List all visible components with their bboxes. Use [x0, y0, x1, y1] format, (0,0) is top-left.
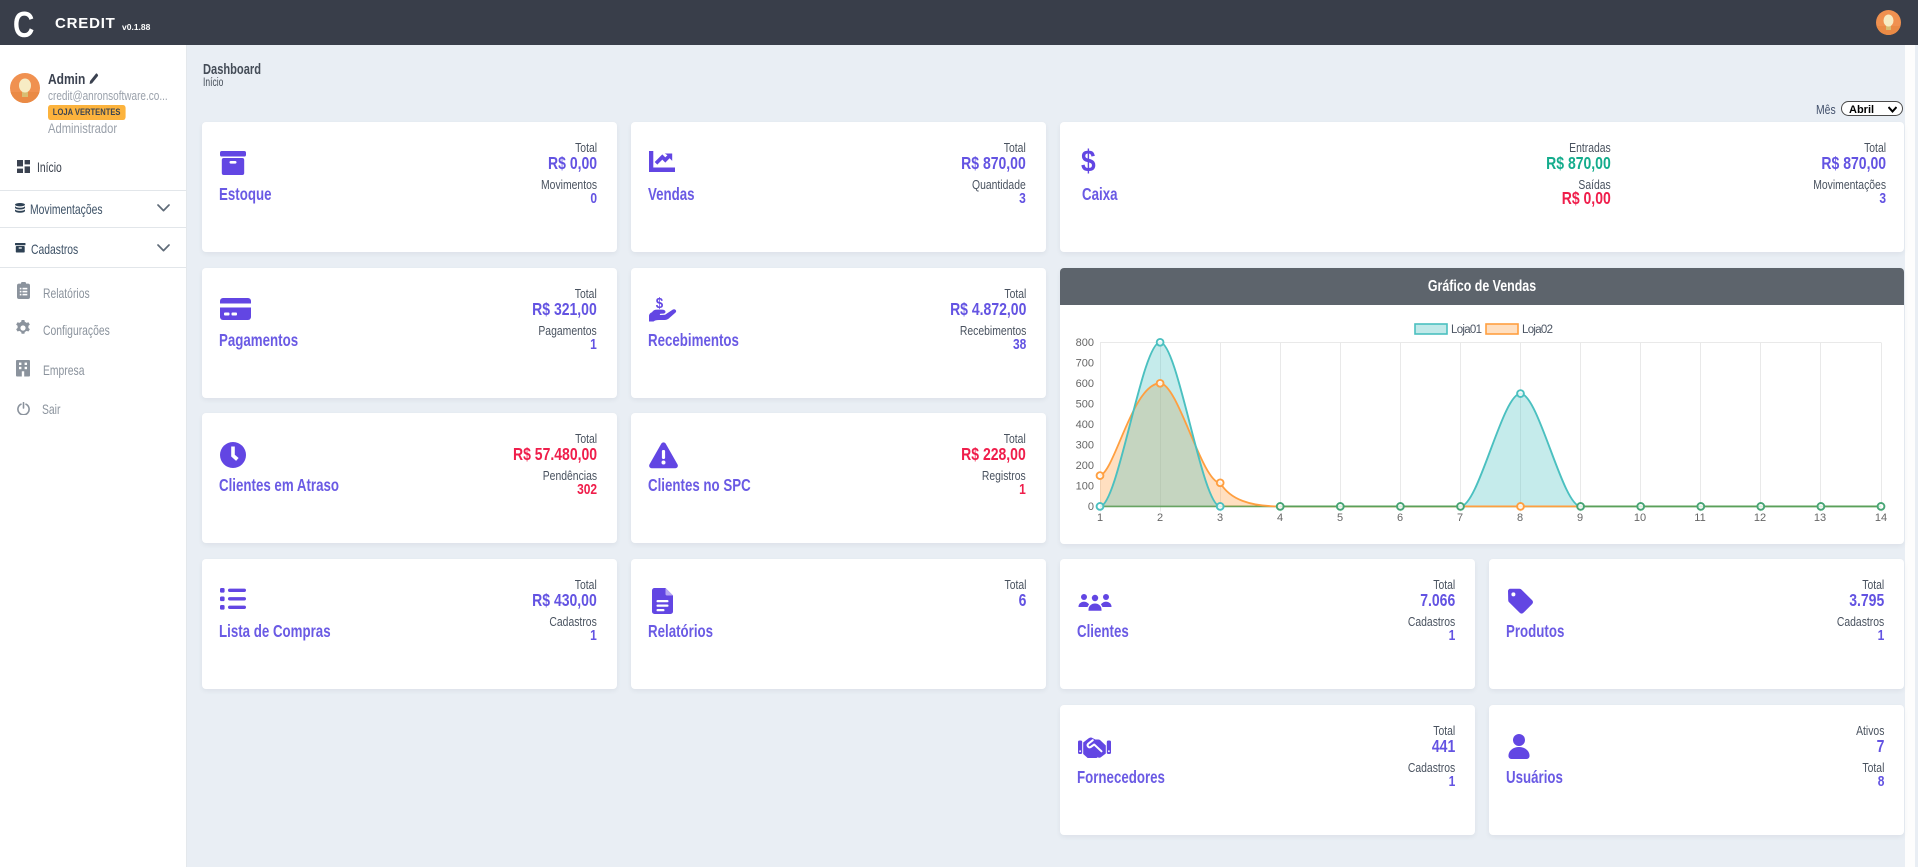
svg-text:300: 300 — [1076, 440, 1094, 452]
svg-text:11: 11 — [1694, 512, 1705, 524]
svg-text:0: 0 — [1088, 501, 1094, 513]
svg-text:8: 8 — [1517, 512, 1523, 524]
svg-text:9: 9 — [1577, 512, 1583, 524]
svg-text:$: $ — [656, 297, 664, 311]
svg-text:13: 13 — [1814, 512, 1826, 524]
svg-text:6: 6 — [1397, 512, 1403, 524]
svg-text:Loja01: Loja01 — [1451, 324, 1482, 336]
svg-text:500: 500 — [1076, 399, 1094, 411]
svg-text:100: 100 — [1076, 481, 1094, 493]
svg-text:2: 2 — [1157, 512, 1163, 524]
svg-text:10: 10 — [1634, 512, 1646, 524]
svg-text:7: 7 — [1457, 512, 1463, 524]
svg-text:4: 4 — [1277, 512, 1283, 524]
svg-text:400: 400 — [1076, 419, 1094, 431]
svg-text:Loja02: Loja02 — [1522, 324, 1553, 336]
svg-text:12: 12 — [1754, 512, 1766, 524]
svg-text:600: 600 — [1076, 378, 1094, 390]
svg-text:200: 200 — [1076, 460, 1094, 472]
svg-text:800: 800 — [1076, 337, 1094, 349]
svg-text:5: 5 — [1337, 512, 1343, 524]
svg-text:700: 700 — [1076, 358, 1094, 370]
svg-text:14: 14 — [1875, 512, 1887, 524]
svg-text:1: 1 — [1097, 512, 1103, 524]
svg-text:3: 3 — [1217, 512, 1223, 524]
